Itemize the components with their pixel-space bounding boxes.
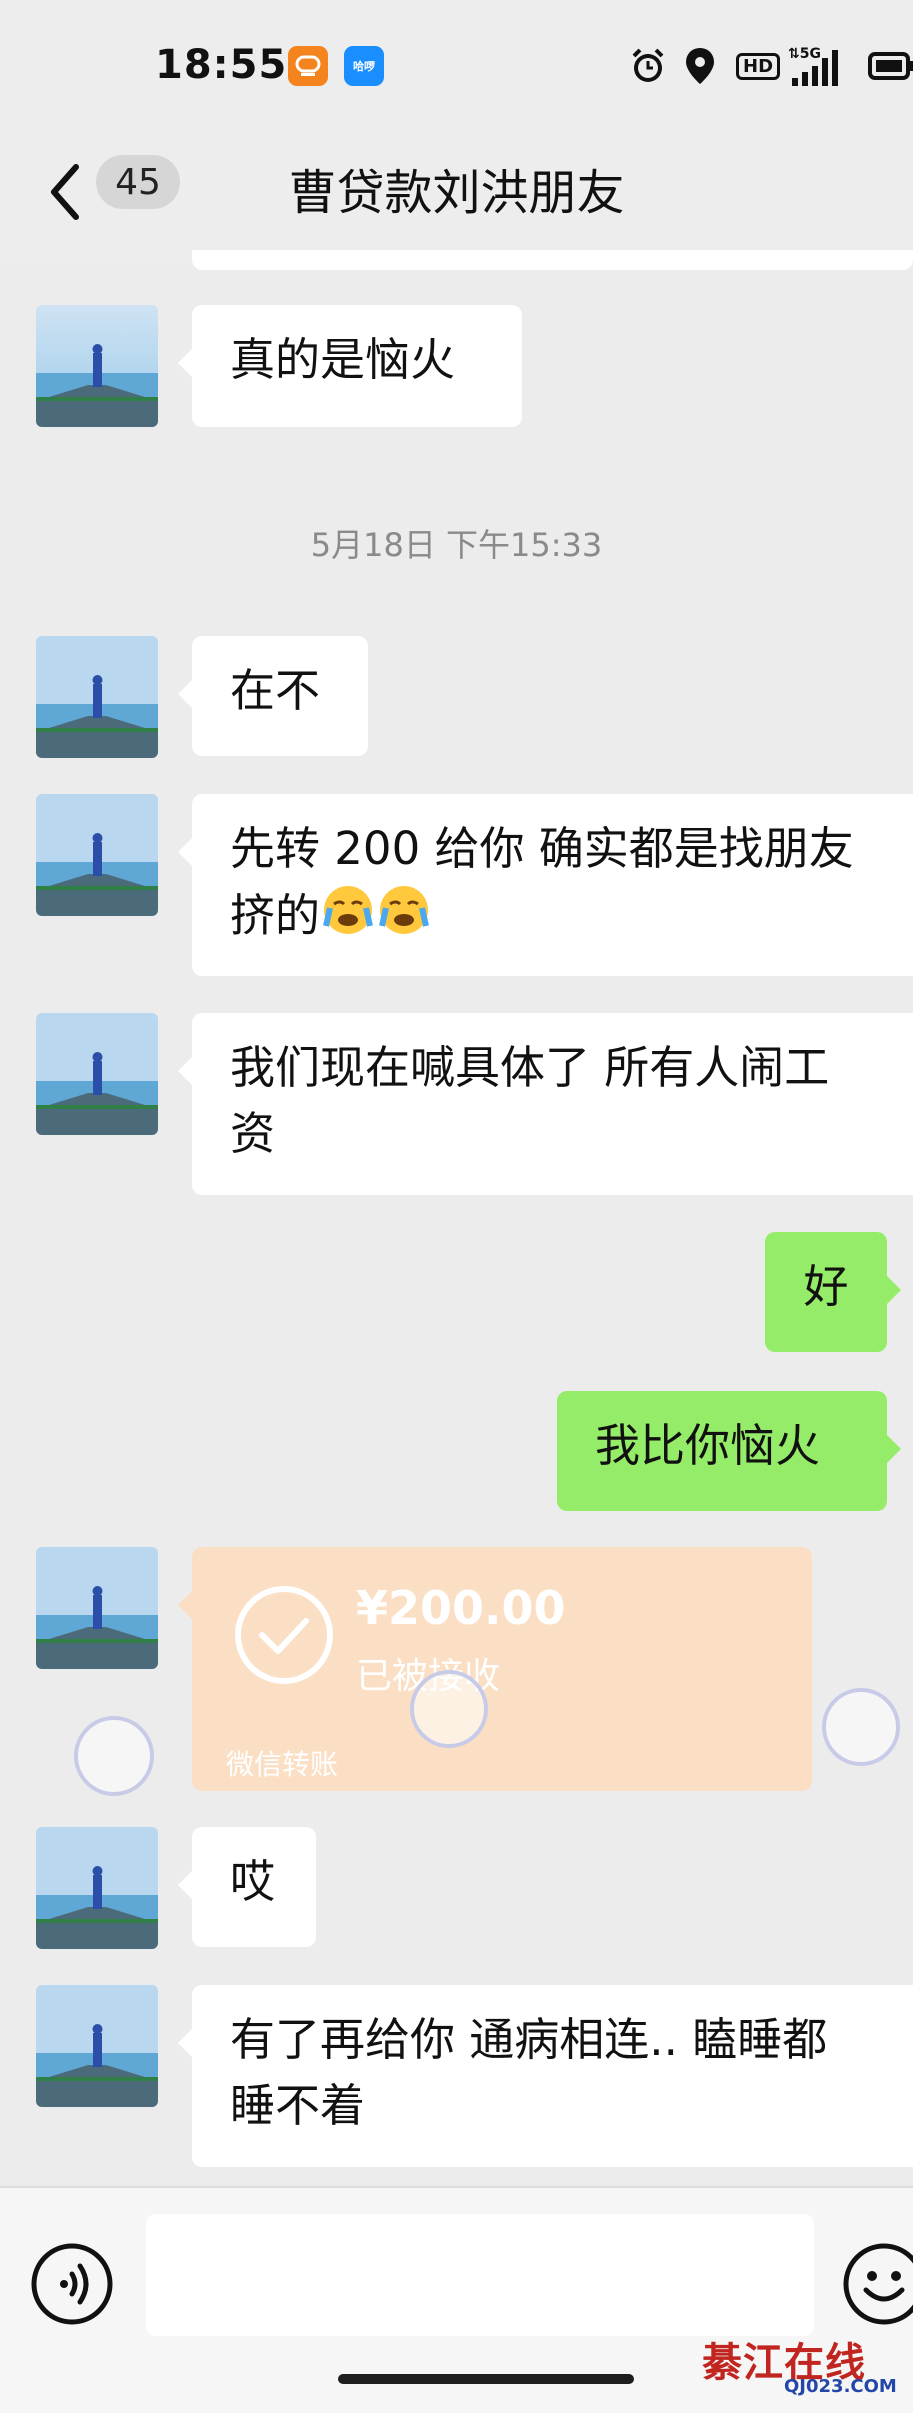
- hellobike-icon: 哈啰: [344, 46, 384, 86]
- message-text: 我比你恼火: [595, 1419, 821, 1472]
- message-text-line: 资: [230, 1107, 276, 1160]
- message-bubble-partial: [192, 250, 913, 270]
- sob-face-icon: [320, 882, 376, 956]
- message-bubble[interactable]: 在不: [178, 636, 368, 756]
- hellobike-label: 哈啰: [353, 60, 375, 73]
- message-text-line: 有了再给你 通病相连.. 瞌睡都: [230, 2013, 828, 2066]
- status-bar: 18:55 哈啰 HD ⇅5G: [0, 0, 913, 135]
- watermark-url: QJ023.COM: [784, 2376, 897, 2397]
- alarm-icon: [628, 44, 668, 88]
- message-text-line: 我们现在喊具体了 所有人闹工: [230, 1041, 830, 1094]
- touch-indicator: [410, 1670, 488, 1748]
- status-time: 18:55: [155, 42, 288, 88]
- avatar[interactable]: [36, 1827, 158, 1949]
- message-bubble[interactable]: 我们现在喊具体了 所有人闹工 资: [178, 1013, 913, 1195]
- transfer-label: 微信转账: [226, 1748, 339, 1781]
- svg-text:⇅5G: ⇅5G: [788, 46, 821, 62]
- message-text-line: 先转 200 给你 确实都是找朋友: [230, 822, 854, 875]
- message-bubble-sent[interactable]: 我比你恼火: [557, 1391, 901, 1511]
- message-bubble-sent[interactable]: 好: [765, 1232, 901, 1352]
- hd-label: HD: [736, 52, 781, 80]
- 5g-signal-icon: ⇅5G: [786, 44, 850, 88]
- battery-icon: [868, 44, 913, 88]
- location-icon: [684, 44, 716, 88]
- avatar[interactable]: [36, 636, 158, 758]
- message-text-line: 挤的: [230, 882, 875, 956]
- chat-title: 曹贷款刘洪朋友: [288, 165, 625, 221]
- message-text: 哎: [230, 1855, 276, 1908]
- touch-indicator: [822, 1688, 900, 1766]
- message-bubble[interactable]: 真的是恼火: [178, 305, 522, 427]
- avatar[interactable]: [36, 1985, 158, 2107]
- transfer-card[interactable]: ¥200.00 已被接收 微信转账: [178, 1547, 812, 1791]
- chat-timestamp: 5月18日 下午15:33: [310, 526, 603, 564]
- touch-indicator: [74, 1716, 154, 1796]
- message-bubble[interactable]: 先转 200 给你 确实都是找朋友 挤的: [178, 794, 913, 976]
- message-text: 挤的: [230, 889, 321, 942]
- emoji-icon[interactable]: [842, 2242, 913, 2326]
- message-input[interactable]: [146, 2214, 814, 2336]
- site-watermark-logo: 綦江在线 QJ023.COM: [702, 2330, 902, 2400]
- message-text-line: 睡不着: [230, 2079, 366, 2132]
- chat-header: 45 曹贷款刘洪朋友: [0, 135, 913, 257]
- message-bubble[interactable]: 哎: [178, 1827, 316, 1947]
- hd-icon: HD: [736, 44, 781, 88]
- voice-mode-icon[interactable]: [30, 2242, 114, 2326]
- avatar[interactable]: [36, 1547, 158, 1669]
- transfer-amount: ¥200.00: [356, 1581, 566, 1635]
- sob-face-icon: [376, 882, 432, 956]
- check-circle-icon: [235, 1586, 333, 1684]
- message-bubble[interactable]: 有了再给你 通病相连.. 瞌睡都 睡不着: [178, 1985, 913, 2167]
- didi-icon: [288, 46, 328, 86]
- avatar[interactable]: [36, 794, 158, 916]
- home-indicator[interactable]: [338, 2374, 634, 2384]
- message-text: 好: [803, 1260, 849, 1313]
- message-text: 在不: [230, 664, 321, 717]
- message-text: 真的是恼火: [230, 333, 456, 386]
- avatar[interactable]: [36, 305, 158, 427]
- avatar[interactable]: [36, 1013, 158, 1135]
